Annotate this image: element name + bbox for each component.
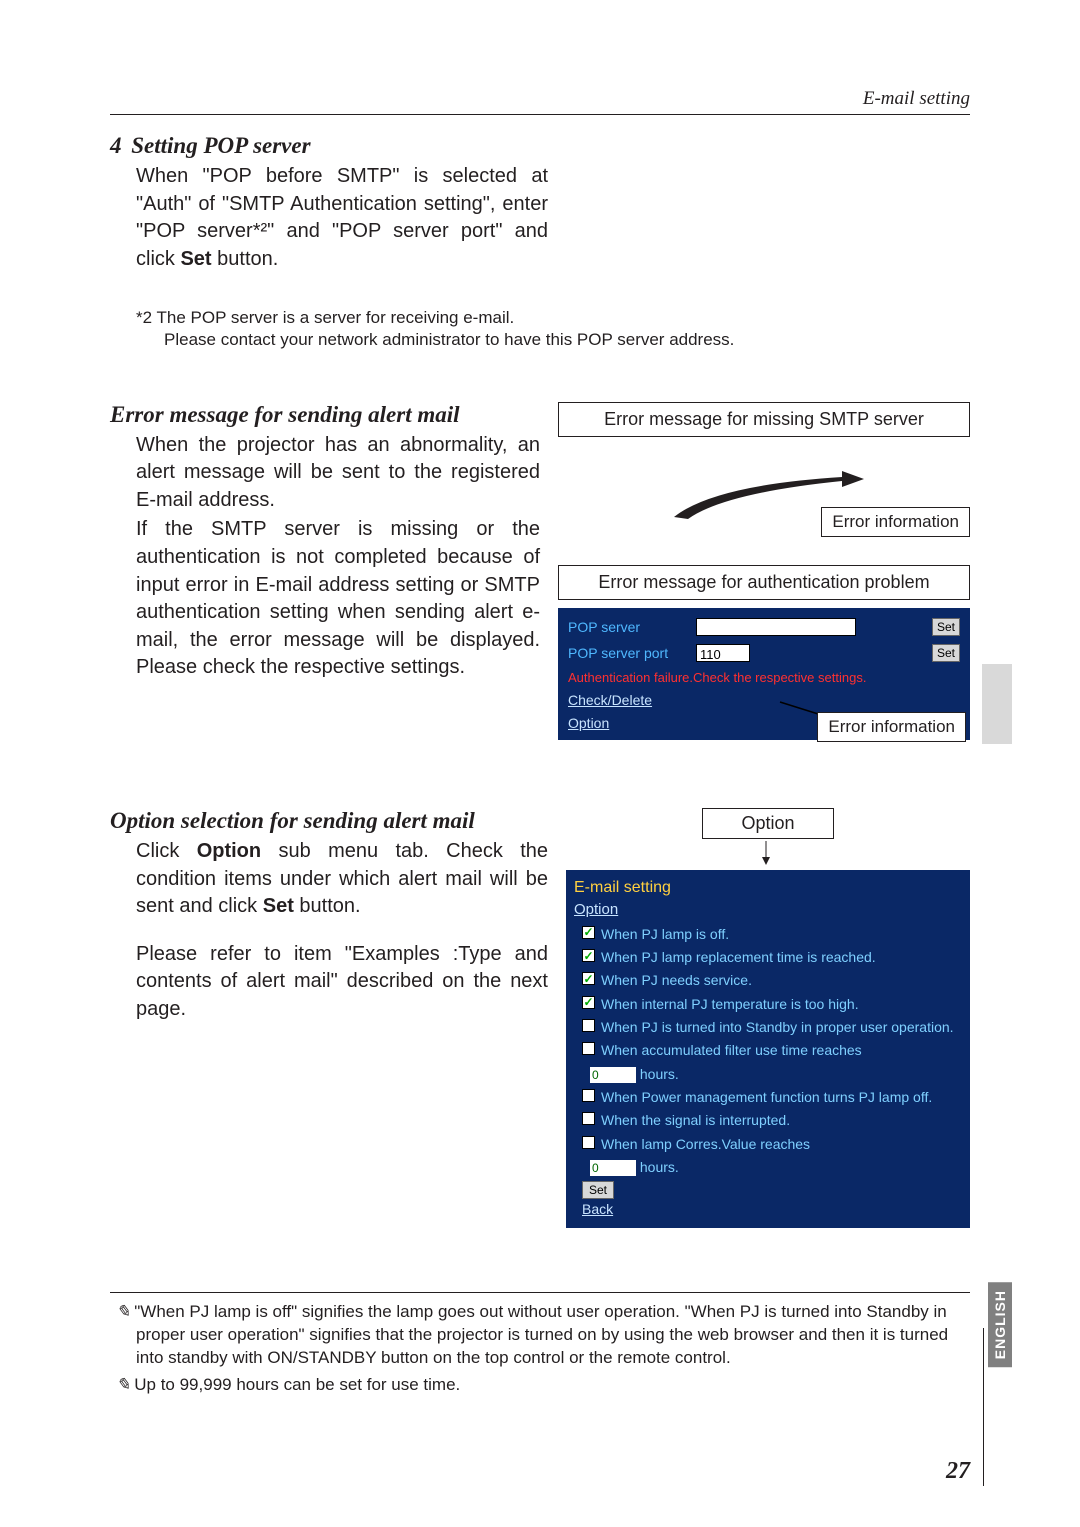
section4-title: Setting POP server xyxy=(131,133,310,158)
option-item-checkbox[interactable] xyxy=(582,996,595,1009)
note-2-text: Up to 99,999 hours can be set for use ti… xyxy=(134,1375,460,1394)
option-item-text: When PJ is turned into Standby in proper… xyxy=(601,1017,954,1037)
option-item-line: When PJ lamp is off. xyxy=(574,924,962,944)
option-panel: E-mail setting Option When PJ lamp is of… xyxy=(566,870,970,1228)
error-paragraph-1: When the projector has an abnormality, a… xyxy=(136,432,540,515)
filter-hours-input[interactable]: 0 xyxy=(590,1067,636,1083)
option-item-checkbox[interactable] xyxy=(582,1089,595,1102)
option-item-text: When PJ needs service. xyxy=(601,970,752,990)
section4-footnote: *2 The POP server is a server for receiv… xyxy=(136,307,970,351)
option-item-text: When PJ lamp replacement time is reached… xyxy=(601,947,876,967)
option-item-line: When PJ needs service. xyxy=(574,970,962,990)
side-gray-tab xyxy=(982,664,1012,744)
option-arrow-icon xyxy=(566,841,970,865)
option-item-checkbox[interactable] xyxy=(582,1019,595,1032)
page-number: 27 xyxy=(946,1458,970,1485)
option-item-text: When Power management function turns PJ … xyxy=(601,1087,932,1107)
option-item-line: When PJ is turned into Standby in proper… xyxy=(574,1017,962,1037)
bottom-rule xyxy=(110,1292,970,1293)
option-item-text: When internal PJ temperature is too high… xyxy=(601,994,859,1014)
auth-failure-text: Authentication failure.Check the respect… xyxy=(568,668,960,689)
option-item-checkbox[interactable] xyxy=(582,926,595,939)
option-item-checkbox[interactable] xyxy=(582,1042,595,1055)
option-item-checkbox[interactable] xyxy=(582,972,595,985)
note-2: ✎Up to 99,999 hours can be set for use t… xyxy=(110,1374,970,1397)
pop-port-set-button[interactable]: Set xyxy=(932,644,960,662)
option-item-line: When internal PJ temperature is too high… xyxy=(574,994,962,1014)
check-delete-link[interactable]: Check/Delete xyxy=(568,692,652,708)
section4-number: 4 xyxy=(110,133,122,158)
header-section-label: E-mail setting xyxy=(110,88,970,110)
option-item-line: When Power management function turns PJ … xyxy=(574,1087,962,1107)
option-paragraph-2: Please refer to item "Examples :Type and… xyxy=(136,941,548,1024)
option-item-line: When the signal is interrupted. xyxy=(574,1110,962,1130)
error-callout2: Error information xyxy=(817,712,966,742)
pop-port-label: POP server port xyxy=(568,642,688,664)
lamp-hours-unit: hours. xyxy=(640,1159,679,1175)
error-box1-label: Error message for missing SMTP server xyxy=(558,402,970,437)
option-item-text: When PJ lamp is off. xyxy=(601,924,729,944)
lamp-hours-input[interactable]: 0 xyxy=(590,1160,636,1176)
option-item-checkbox[interactable] xyxy=(582,949,595,962)
option-paragraph-1: Click Option sub menu tab. Check the con… xyxy=(136,838,548,921)
section4-body: When "POP before SMTP" is selected at "A… xyxy=(136,163,548,273)
note-1: ✎"When PJ lamp is off" signifies the lam… xyxy=(110,1301,970,1370)
option-item-text: When the signal is interrupted. xyxy=(601,1110,790,1130)
option-item-checkbox[interactable] xyxy=(582,1112,595,1125)
error-box2-label: Error message for authentication problem xyxy=(558,565,970,600)
option-item-text: When lamp Corres.Value reaches xyxy=(601,1134,810,1154)
option-set-button[interactable]: Set xyxy=(582,1181,614,1199)
option-panel-subtitle[interactable]: Option xyxy=(574,899,962,921)
filter-hours-unit: hours. xyxy=(640,1066,679,1082)
error-heading: Error message for sending alert mail xyxy=(110,402,540,428)
pop-row-port: POP server port 110 Set xyxy=(568,642,960,664)
option-item-line: When accumulated filter use time reaches xyxy=(574,1040,962,1060)
error-paragraph-2: If the SMTP server is missing or the aut… xyxy=(136,516,540,682)
pencil-icon: ✎ xyxy=(116,1375,130,1394)
pop-server-input[interactable] xyxy=(696,618,856,636)
option-item-text: When accumulated filter use time reaches xyxy=(601,1040,862,1060)
note-1-text: "When PJ lamp is off" signifies the lamp… xyxy=(134,1302,948,1367)
section4-footnote-rest: Please contact your network administrato… xyxy=(136,329,970,351)
section4-footnote-lead: *2 The POP server is a server for receiv… xyxy=(136,308,514,327)
option-panel-title: E-mail setting xyxy=(574,876,962,899)
swoosh-figure: Error information xyxy=(558,437,970,547)
option-item-line: When lamp Corres.Value reaches xyxy=(574,1134,962,1154)
pop-server-label: POP server xyxy=(568,616,688,638)
header-rule xyxy=(110,114,970,115)
option-link[interactable]: Option xyxy=(568,715,609,731)
option-heading: Option selection for sending alert mail xyxy=(110,808,548,834)
pop-port-input[interactable]: 110 xyxy=(696,644,750,662)
pop-server-set-button[interactable]: Set xyxy=(932,618,960,636)
language-tab: ENGLISH xyxy=(988,1282,1012,1367)
pencil-icon: ✎ xyxy=(116,1302,130,1321)
option-item-line: When PJ lamp replacement time is reached… xyxy=(574,947,962,967)
error-callout1: Error information xyxy=(821,507,970,537)
pop-row-server: POP server Set xyxy=(568,616,960,638)
side-thin-line xyxy=(983,1328,984,1486)
option-top-label: Option xyxy=(702,808,833,839)
section4-heading: 4 Setting POP server xyxy=(110,133,970,159)
option-back-link[interactable]: Back xyxy=(582,1201,613,1217)
option-item-checkbox[interactable] xyxy=(582,1136,595,1149)
